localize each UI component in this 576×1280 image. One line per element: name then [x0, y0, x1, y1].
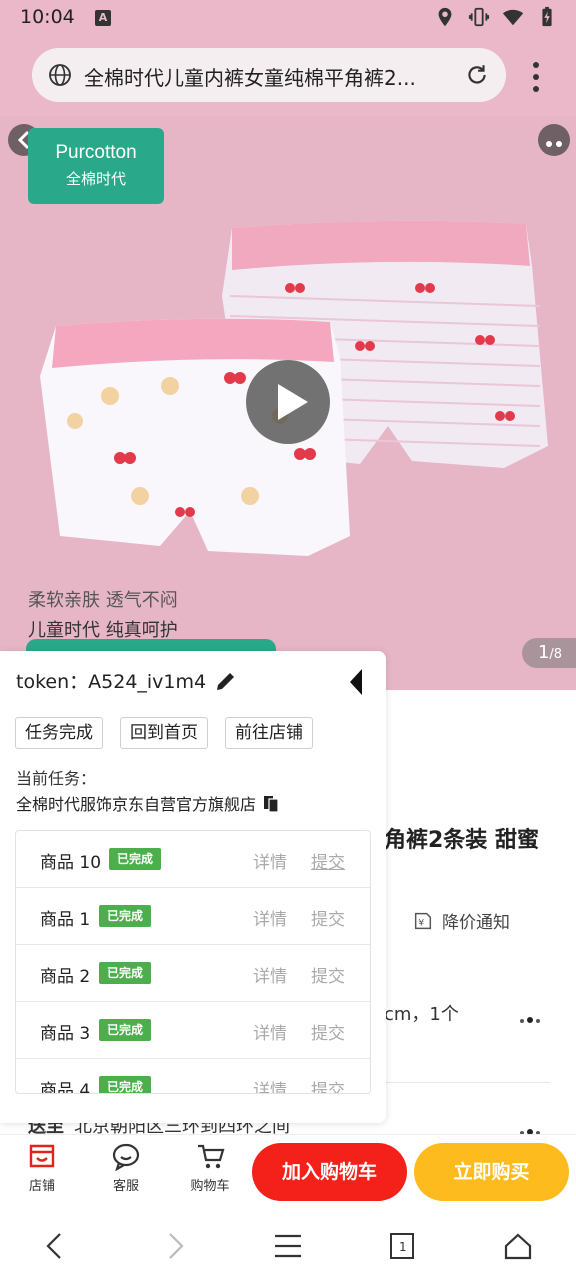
item-name: 商品 10: [40, 853, 102, 873]
overflow-menu-icon[interactable]: [528, 60, 544, 94]
price-notify-button[interactable]: ¥ 降价通知: [412, 908, 510, 933]
play-icon: [278, 384, 308, 420]
tagline-line-1: 柔软亲肤 透气不闷: [28, 590, 178, 611]
battery-icon: [542, 6, 552, 27]
chat-icon: [112, 1143, 140, 1171]
customer-service-button[interactable]: 客服: [96, 1141, 156, 1194]
status-bar: 10:04 A: [0, 0, 576, 36]
menu-icon[interactable]: [272, 1230, 304, 1262]
item-name: 商品 4: [40, 1081, 91, 1094]
back-icon[interactable]: [40, 1230, 72, 1262]
detail-link[interactable]: 详情: [253, 962, 287, 987]
status-badge: 已完成: [99, 1076, 152, 1093]
browser-nav-bar: 1: [0, 1210, 576, 1280]
spec-more-icon[interactable]: [520, 1008, 543, 1027]
current-task-label: 当前任务：: [16, 769, 97, 788]
brand-logo: Purcotton 全棉时代: [28, 128, 164, 204]
submit-link[interactable]: 提交: [311, 1076, 345, 1093]
price-tag-icon: ¥: [414, 912, 432, 929]
detail-link[interactable]: 详情: [253, 905, 287, 930]
list-item: 商品 2 已完成 详情 提交: [16, 945, 370, 1002]
detail-link[interactable]: 详情: [253, 848, 287, 873]
logo-text-en: Purcotton: [55, 142, 137, 163]
task-panel: token：A524_iv1m4 任务完成 回到首页 前往店铺 当前任务： 全棉…: [0, 651, 386, 1123]
divider: [384, 1082, 550, 1083]
submit-link[interactable]: 提交: [311, 848, 345, 873]
bottom-action-bar: 店铺 客服 购物车 加入购物车 立即购买: [0, 1134, 576, 1210]
list-item: 商品 3 已完成 详情 提交: [16, 1002, 370, 1059]
store-button[interactable]: 店铺: [12, 1141, 72, 1194]
notification-icon: A: [95, 10, 111, 26]
browser-toolbar: 全棉时代儿童内裤女童纯棉平角裤2...: [0, 36, 576, 116]
submit-link[interactable]: 提交: [311, 905, 345, 930]
current-task: 全棉时代服饰京东自营官方旗舰店: [16, 791, 280, 815]
item-name: 商品 3: [40, 1024, 91, 1044]
forward-icon[interactable]: [158, 1230, 190, 1262]
copy-icon[interactable]: [262, 793, 280, 813]
reload-icon[interactable]: [464, 62, 490, 88]
token-value: A524_iv1m4: [88, 671, 207, 693]
image-counter: 1/8: [522, 638, 576, 668]
logo-text-cn: 全棉时代: [65, 170, 126, 188]
location-icon: [438, 7, 452, 27]
more-dots-icon: [546, 141, 562, 147]
image-index: 1: [537, 642, 550, 663]
status-badge: 已完成: [109, 848, 162, 870]
page-title: 全棉时代儿童内裤女童纯棉平角裤2...: [84, 66, 416, 90]
store-icon: [29, 1144, 55, 1168]
submit-link[interactable]: 提交: [311, 962, 345, 987]
add-to-cart-button[interactable]: 加入购物车: [252, 1143, 407, 1201]
cart-label: 购物车: [190, 1179, 230, 1194]
go-home-button[interactable]: 回到首页: [120, 717, 208, 749]
cart-button[interactable]: 购物车: [180, 1141, 240, 1194]
item-list[interactable]: 商品 10 已完成 详情 提交 商品 1 已完成 详情 提交 商品 2 已完成 …: [15, 830, 371, 1094]
play-video-button[interactable]: [246, 360, 330, 444]
status-badge: 已完成: [99, 962, 152, 984]
list-item: 商品 1 已完成 详情 提交: [16, 888, 370, 945]
status-badge: 已完成: [99, 905, 152, 927]
svg-text:1: 1: [399, 1240, 407, 1254]
list-item: 商品 10 已完成 详情 提交: [16, 831, 370, 888]
vibrate-icon: [468, 7, 490, 27]
price-notify-label: 降价通知: [442, 913, 510, 933]
detail-link[interactable]: 详情: [253, 1019, 287, 1044]
list-item: 商品 4 已完成 详情 提交: [16, 1059, 370, 1094]
submit-link[interactable]: 提交: [311, 1019, 345, 1044]
collapse-panel-icon[interactable]: [346, 667, 366, 697]
item-name: 商品 2: [40, 967, 91, 987]
detail-link[interactable]: 详情: [253, 1076, 287, 1093]
tabs-icon[interactable]: 1: [386, 1230, 418, 1262]
globe-icon: [49, 64, 71, 86]
product-title: 角裤2条装 甜蜜: [384, 828, 539, 853]
item-name: 商品 1: [40, 910, 91, 930]
wifi-icon: [502, 9, 524, 26]
spec-summary: cm，1个: [384, 1004, 459, 1025]
svg-text:¥: ¥: [418, 917, 424, 928]
home-icon[interactable]: [502, 1230, 534, 1262]
go-store-button[interactable]: 前往店铺: [225, 717, 313, 749]
task-complete-button[interactable]: 任务完成: [15, 717, 103, 749]
address-bar[interactable]: 全棉时代儿童内裤女童纯棉平角裤2...: [32, 48, 506, 102]
shopping-cart-icon: [198, 1144, 225, 1169]
token-row: token：A524_iv1m4: [16, 667, 206, 694]
store-label: 店铺: [28, 1179, 55, 1194]
token-label: token：: [16, 671, 89, 693]
image-total: /8: [549, 647, 563, 662]
status-time: 10:04: [20, 6, 75, 28]
service-label: 客服: [112, 1179, 139, 1194]
more-button[interactable]: [538, 124, 570, 156]
status-badge: 已完成: [99, 1019, 152, 1041]
product-tagline: 柔软亲肤 透气不闷 儿童时代 纯真呵护: [28, 586, 178, 642]
current-task-name: 全棉时代服饰京东自营官方旗舰店: [16, 795, 257, 814]
product-image-carousel[interactable]: Purcotton 全棉时代 柔软亲肤 透气不闷 儿童时代 纯真呵护 1/8: [0, 116, 576, 690]
edit-pencil-icon[interactable]: [214, 669, 238, 693]
buy-now-button[interactable]: 立即购买: [414, 1143, 569, 1201]
